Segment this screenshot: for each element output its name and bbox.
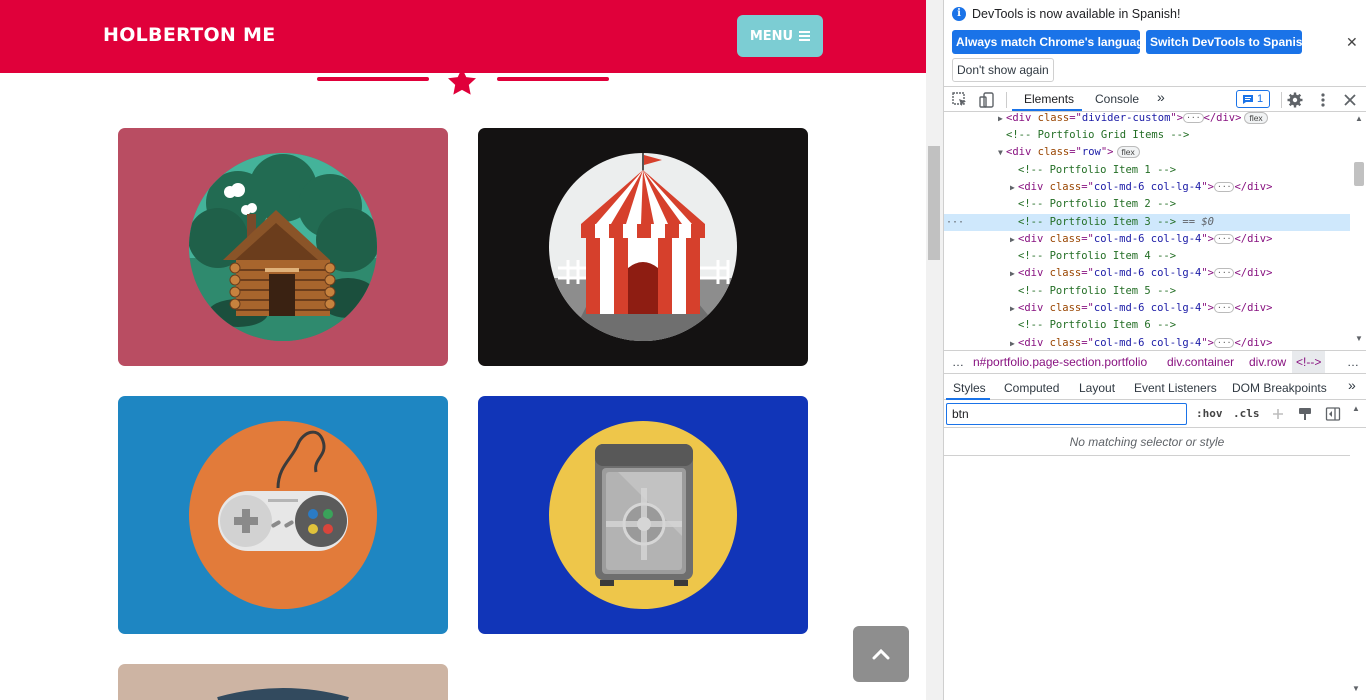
issues-badge[interactable]: 1: [1236, 90, 1270, 108]
new-style-rule-icon[interactable]: [1270, 406, 1286, 422]
device-toolbar-icon[interactable]: [978, 91, 996, 109]
dom-comment-grid[interactable]: <!-- Portfolio Grid Items -->: [944, 127, 1350, 144]
dom-node-col-3[interactable]: ▶ <div class="col-md-6 col-lg-4"> ··· </di…: [944, 231, 1350, 248]
inspect-element-icon[interactable]: [951, 91, 969, 109]
dom-tree-scrollbar-thumb[interactable]: [1354, 162, 1364, 186]
page-viewport: HOLBERTON ME MENU: [0, 0, 926, 700]
breadcrumb-overflow[interactable]: …: [952, 351, 964, 373]
breadcrumb-container[interactable]: div.container: [1167, 351, 1234, 373]
tab-elements[interactable]: Elements: [1024, 92, 1074, 106]
element-state-icon[interactable]: [1297, 406, 1313, 422]
cabin-icon: [189, 153, 377, 341]
styles-scroll-up-icon[interactable]: ▲: [1352, 404, 1360, 413]
flex-badge[interactable]: flex: [1244, 112, 1268, 124]
devtools-panel: i DevTools is now available in Spanish! …: [943, 0, 1366, 700]
devtools-toolbar: Elements Console » 1: [944, 88, 1366, 112]
dom-comment-item-2[interactable]: <!-- Portfolio Item 2 -->: [944, 196, 1350, 213]
close-devtools-icon[interactable]: [1341, 91, 1359, 109]
no-matching-style-message: No matching selector or style: [944, 428, 1350, 456]
safe-icon: [549, 421, 737, 609]
menu-button[interactable]: MENU: [737, 15, 823, 57]
breadcrumb: … n#portfolio.page-section.portfolio div…: [944, 350, 1366, 374]
page-scrollbar[interactable]: [926, 0, 943, 700]
hov-toggle[interactable]: :hov: [1196, 407, 1223, 420]
tab-styles-underline: [946, 398, 990, 400]
breadcrumb-overflow-end[interactable]: …: [1347, 351, 1359, 373]
styles-filter-input[interactable]: [946, 403, 1187, 425]
switch-to-spanish-button[interactable]: Switch DevTools to Spanish: [1146, 30, 1310, 54]
dom-node-divider[interactable]: ▶ <div class="divider-custom"> ··· </div> f…: [944, 112, 1350, 127]
close-icon[interactable]: ✕: [1346, 34, 1358, 51]
info-icon: i: [952, 7, 966, 21]
hamburger-icon: [799, 31, 811, 41]
toggle-sidebar-icon[interactable]: [1325, 406, 1341, 422]
issues-count: 1: [1257, 93, 1264, 105]
circus-tent-icon: [549, 153, 737, 341]
dom-tree: ▶ <div class="divider-custom"> ··· </div> f…: [944, 112, 1350, 348]
portfolio-item-cabin[interactable]: [118, 128, 448, 366]
portfolio-item-submarine[interactable]: [118, 664, 448, 700]
divider-line-left: [317, 77, 429, 81]
game-controller-icon: [189, 421, 377, 609]
portfolio-item-game-controller[interactable]: [118, 396, 448, 634]
breadcrumb-portfolio-section[interactable]: n#portfolio.page-section.portfolio: [973, 351, 1147, 373]
dom-comment-item-5[interactable]: <!-- Portfolio Item 5 -->: [944, 283, 1350, 300]
tab-dom-breakpoints[interactable]: DOM Breakpoints: [1232, 381, 1327, 395]
styles-subtabs: Styles Computed Layout Event Listeners D…: [944, 376, 1366, 400]
tab-elements-underline: [1012, 109, 1082, 111]
styles-scroll-down-icon[interactable]: ▼: [1352, 684, 1360, 693]
dom-node-col-5[interactable]: ▶ <div class="col-md-6 col-lg-4"> ··· </di…: [944, 300, 1350, 317]
gear-icon[interactable]: [1286, 91, 1304, 109]
dont-show-again-button[interactable]: Don't show again: [952, 58, 1054, 82]
tab-layout[interactable]: Layout: [1079, 381, 1115, 395]
language-notice: i DevTools is now available in Spanish! …: [944, 0, 1366, 87]
navbar: HOLBERTON ME MENU: [0, 0, 926, 73]
tab-event-listeners[interactable]: Event Listeners: [1134, 381, 1217, 395]
more-subtabs-chevron-icon[interactable]: »: [1348, 377, 1356, 393]
cls-toggle[interactable]: .cls: [1233, 407, 1260, 420]
dom-tree-scrollbar[interactable]: ▲ ▼: [1350, 112, 1366, 348]
dom-node-row[interactable]: ▼ <div class="row"> flex: [944, 144, 1350, 161]
dom-comment-item-6[interactable]: <!-- Portfolio Item 6 -->: [944, 317, 1350, 334]
scroll-to-top-button[interactable]: [853, 626, 909, 682]
dom-comment-item-4[interactable]: <!-- Portfolio Item 4 -->: [944, 248, 1350, 265]
kebab-menu-icon[interactable]: [1314, 91, 1332, 109]
dom-comment-item-1[interactable]: <!-- Portfolio Item 1 -->: [944, 162, 1350, 179]
tab-console[interactable]: Console: [1095, 92, 1139, 106]
dom-node-col-1[interactable]: ▶ <div class="col-md-6 col-lg-4"> ··· </di…: [944, 179, 1350, 196]
tab-computed[interactable]: Computed: [1004, 381, 1059, 395]
more-tabs-chevron-icon[interactable]: »: [1157, 89, 1165, 105]
always-match-language-button[interactable]: Always match Chrome's language: [952, 30, 1150, 54]
dom-node-col-6[interactable]: ▶ <div class="col-md-6 col-lg-4"> ··· </di…: [944, 335, 1350, 348]
issues-icon: [1243, 94, 1253, 104]
page-scrollbar-thumb[interactable]: [928, 146, 940, 260]
portfolio-item-safe[interactable]: [478, 396, 808, 634]
dom-node-col-4[interactable]: ▶ <div class="col-md-6 col-lg-4"> ··· </di…: [944, 265, 1350, 282]
notice-message: DevTools is now available in Spanish!: [972, 7, 1181, 21]
submarine-icon: [217, 688, 349, 700]
breadcrumb-row[interactable]: div.row: [1249, 351, 1286, 373]
portfolio-item-circus-tent[interactable]: [478, 128, 808, 366]
styles-filter-bar: :hov .cls: [944, 401, 1366, 428]
menu-label: MENU: [749, 28, 794, 44]
divider-line-right: [497, 77, 609, 81]
breadcrumb-comment[interactable]: <!-->: [1292, 351, 1326, 373]
tab-styles[interactable]: Styles: [953, 381, 986, 395]
flex-badge[interactable]: flex: [1116, 146, 1140, 158]
dom-comment-item-3-selected[interactable]: ··· <!-- Portfolio Item 3 --> == $0: [944, 214, 1350, 231]
chevron-up-icon: [872, 648, 890, 660]
brand-logo[interactable]: HOLBERTON ME: [103, 24, 276, 46]
